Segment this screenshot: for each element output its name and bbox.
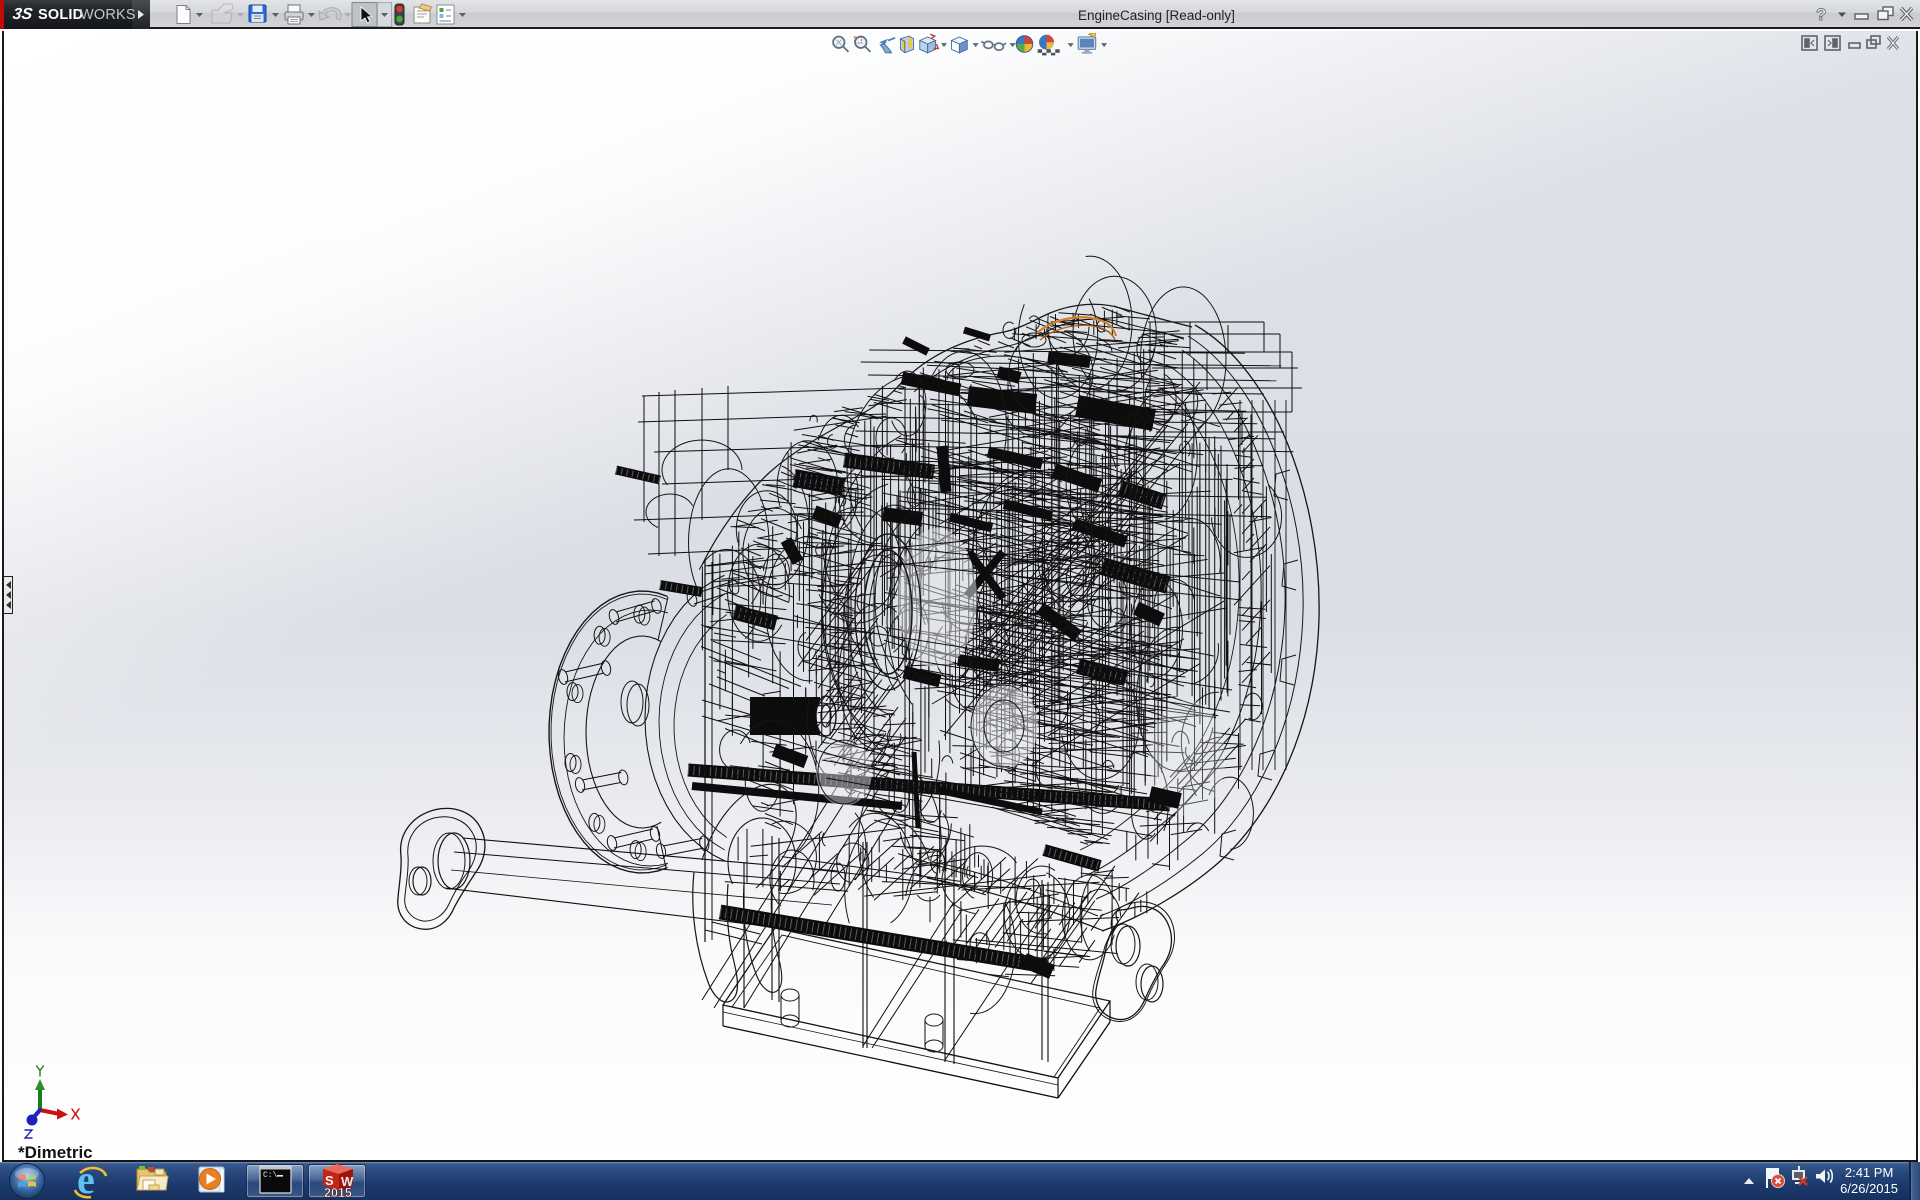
svg-text:2015: 2015 — [324, 1186, 352, 1200]
svg-text:C:\: C:\ — [263, 1171, 278, 1180]
